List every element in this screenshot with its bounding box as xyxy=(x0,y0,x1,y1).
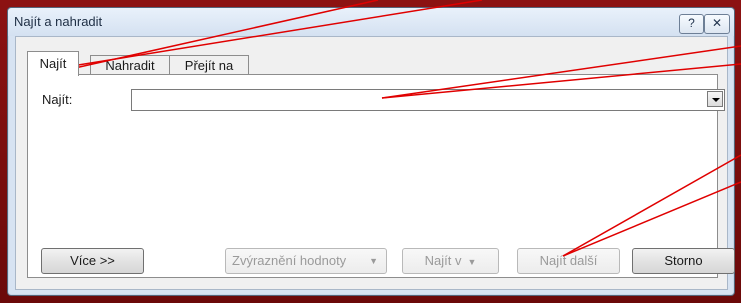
tab-goto[interactable]: Přejít na xyxy=(169,55,249,75)
highlight-button[interactable]: Zvýraznění hodnoty ▼ xyxy=(225,248,387,274)
find-label: Najít: xyxy=(42,92,73,107)
find-in-button-label: Najít v xyxy=(424,253,462,268)
tab-find-label: Najít xyxy=(39,56,67,71)
close-button[interactable]: ✕ xyxy=(704,14,730,34)
dialog-body: Najít Nahradit Přejít na Najít: Více >> … xyxy=(15,36,735,290)
tab-replace[interactable]: Nahradit xyxy=(90,55,170,75)
find-next-button[interactable]: Najít další xyxy=(517,248,620,274)
help-icon: ? xyxy=(688,16,695,30)
help-button[interactable]: ? xyxy=(679,14,704,34)
cancel-button-label: Storno xyxy=(664,253,703,268)
cancel-button[interactable]: Storno xyxy=(632,248,735,274)
tab-replace-label: Nahradit xyxy=(105,58,155,73)
chevron-down-icon: ▼ xyxy=(369,256,378,266)
find-replace-dialog: Najít a nahradit ? ✕ Najít Nahradit Přej… xyxy=(7,7,735,296)
close-icon: ✕ xyxy=(711,16,723,30)
tab-goto-label: Přejít na xyxy=(184,58,234,73)
find-next-button-label: Najít další xyxy=(539,253,598,268)
more-button-label: Více >> xyxy=(70,253,115,268)
title-bar: Najít a nahradit ? ✕ xyxy=(8,8,734,36)
find-dropdown-icon[interactable] xyxy=(707,91,723,107)
chevron-down-icon: ▼ xyxy=(467,257,477,267)
highlight-button-label: Zvýraznění hodnoty xyxy=(232,253,347,268)
dialog-title: Najít a nahradit xyxy=(14,14,103,29)
more-button[interactable]: Více >> xyxy=(41,248,144,274)
tab-find[interactable]: Najít xyxy=(27,51,79,76)
find-input[interactable] xyxy=(131,89,725,111)
find-in-button[interactable]: Najít v ▼ xyxy=(402,248,499,274)
